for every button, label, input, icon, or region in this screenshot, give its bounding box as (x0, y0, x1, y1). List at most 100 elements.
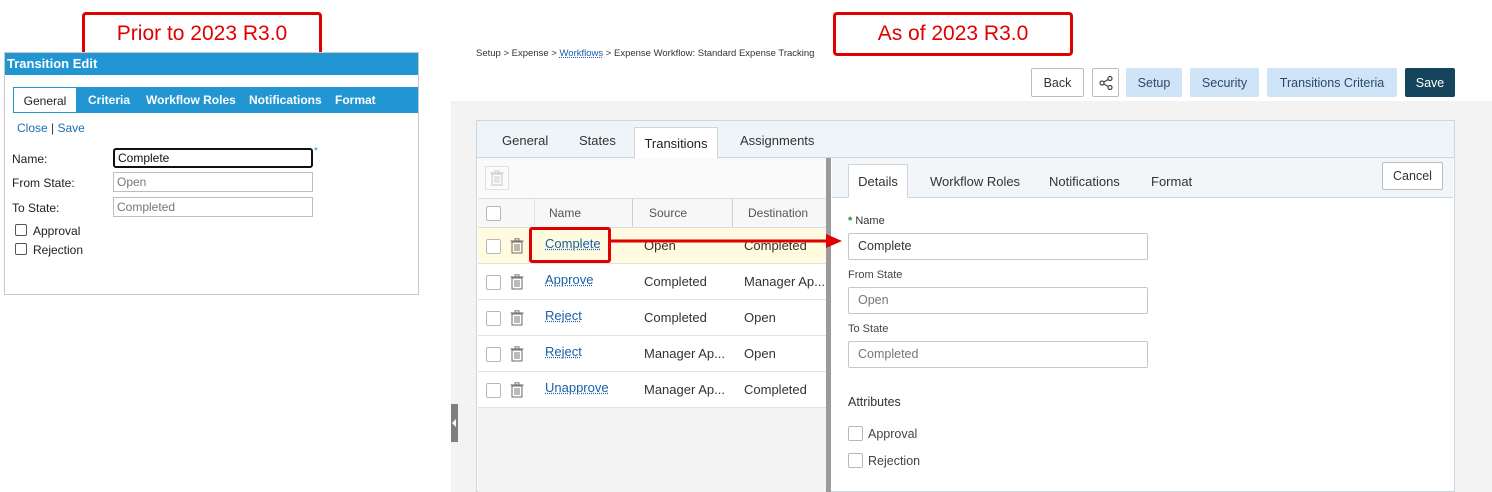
old-rejection-label: Rejection (33, 243, 84, 257)
old-name-field[interactable]: Complete (113, 148, 313, 168)
col-name[interactable]: Name (549, 206, 581, 220)
old-tab-workflow-roles[interactable]: Workflow Roles (146, 87, 236, 113)
row-checkbox[interactable] (486, 239, 501, 254)
crumb-setup[interactable]: Setup (476, 48, 501, 59)
name-input[interactable]: Complete (848, 233, 1148, 260)
old-tab-general[interactable]: General (13, 87, 77, 113)
tab-general[interactable]: General (502, 121, 548, 158)
crumb-expense[interactable]: Expense (512, 48, 549, 59)
cancel-button[interactable]: Cancel (1382, 162, 1443, 190)
setup-button[interactable]: Setup (1126, 68, 1182, 97)
name-label: Name (855, 215, 885, 227)
row-checkbox[interactable] (486, 383, 501, 398)
tab-assignments[interactable]: Assignments (740, 121, 814, 158)
pane-splitter[interactable] (826, 158, 831, 492)
share-button[interactable] (1092, 68, 1119, 97)
table-row[interactable]: Reject Manager Ap... Open (478, 336, 826, 372)
row-source: Completed (644, 274, 707, 289)
tab-states[interactable]: States (579, 121, 616, 158)
to-state-label: To State (848, 323, 889, 335)
crumb-sep: > (503, 48, 510, 59)
collapse-handle[interactable] (451, 404, 458, 442)
tab-details[interactable]: Details (848, 164, 908, 198)
old-name-label: Name: (12, 152, 48, 166)
col-source[interactable]: Source (649, 206, 687, 220)
row-delete-button[interactable] (510, 274, 524, 293)
old-from-label: From State: (12, 176, 75, 190)
save-button[interactable]: Save (1405, 68, 1455, 97)
row-destination: Completed (744, 382, 807, 397)
old-tab-notifications[interactable]: Notifications (249, 87, 322, 113)
trash-icon (510, 310, 524, 326)
crumb-sep: > (551, 48, 557, 59)
tab-transitions[interactable]: Transitions (634, 127, 718, 159)
action-separator: | (51, 121, 55, 135)
trash-icon (510, 238, 524, 254)
old-tab-criteria[interactable]: Criteria (88, 87, 130, 113)
highlight-box (529, 227, 611, 263)
row-source: Completed (644, 310, 707, 325)
breadcrumb: Setup > Expense > Workflows > Expense Wo… (476, 48, 814, 59)
transition-edit-panel: Transition Edit General Criteria Workflo… (4, 52, 419, 295)
row-delete-button[interactable] (510, 382, 524, 401)
table-row[interactable]: Approve Completed Manager Ap... (478, 264, 826, 300)
table-row[interactable]: Unapprove Manager Ap... Completed (478, 372, 826, 408)
delete-selected-button[interactable] (485, 166, 509, 190)
old-approval-checkbox[interactable] (15, 224, 27, 236)
row-delete-button[interactable] (510, 310, 524, 329)
grid-header: Name Source Destination (478, 198, 826, 228)
callout-before: Prior to 2023 R3.0 (82, 12, 322, 56)
rejection-label: Rejection (868, 454, 921, 468)
required-mark: * (314, 146, 318, 157)
share-icon (1098, 75, 1113, 90)
collapse-arrow-icon (452, 419, 456, 427)
old-tab-bar: General Criteria Workflow Roles Notifica… (13, 87, 418, 113)
tab-notifications[interactable]: Notifications (1049, 166, 1120, 198)
row-destination: Manager Ap... (744, 274, 824, 289)
close-link[interactable]: Close (17, 121, 48, 135)
row-name-link[interactable]: Reject (545, 300, 582, 332)
row-name-link[interactable]: Unapprove (545, 372, 609, 404)
name-label-wrap: * Name (848, 215, 885, 227)
transitions-criteria-button[interactable]: Transitions Criteria (1267, 68, 1397, 97)
save-link[interactable]: Save (58, 121, 85, 135)
row-checkbox[interactable] (486, 347, 501, 362)
old-tab-format[interactable]: Format (335, 87, 376, 113)
trash-icon (490, 170, 504, 186)
select-all-checkbox[interactable] (486, 206, 501, 221)
row-checkbox[interactable] (486, 311, 501, 326)
row-delete-button[interactable] (510, 346, 524, 365)
approval-label: Approval (868, 427, 918, 441)
callout-after: As of 2023 R3.0 (833, 12, 1073, 56)
row-destination: Open (744, 310, 776, 325)
old-rejection-checkbox[interactable] (15, 243, 27, 255)
table-row[interactable]: Reject Completed Open (478, 300, 826, 336)
from-state-input[interactable]: Open (848, 287, 1148, 314)
to-state-input[interactable]: Completed (848, 341, 1148, 368)
attributes-heading: Attributes (848, 395, 901, 409)
row-name-link[interactable]: Approve (545, 264, 593, 296)
panel-title: Transition Edit (5, 53, 418, 75)
security-button[interactable]: Security (1190, 68, 1259, 97)
tab-workflow-roles[interactable]: Workflow Roles (930, 166, 1020, 198)
crumb-workflows[interactable]: Workflows (560, 48, 604, 59)
back-button[interactable]: Back (1031, 68, 1084, 97)
col-destination[interactable]: Destination (748, 206, 808, 220)
annotation-arrow-icon (608, 234, 842, 248)
trash-icon (510, 346, 524, 362)
old-approval-label: Approval (33, 224, 81, 238)
old-to-field[interactable]: Completed (113, 197, 313, 217)
required-mark: * (848, 215, 853, 227)
old-from-field[interactable]: Open (113, 172, 313, 192)
row-checkbox[interactable] (486, 275, 501, 290)
detail-tab-bar: Details Workflow Roles Notifications For… (832, 158, 1453, 198)
grid-toolbar (478, 158, 826, 198)
row-name-link[interactable]: Reject (545, 336, 582, 368)
rejection-checkbox[interactable] (848, 453, 863, 468)
row-destination: Open (744, 346, 776, 361)
row-source: Manager Ap... (644, 346, 724, 361)
approval-checkbox[interactable] (848, 426, 863, 441)
tab-format[interactable]: Format (1151, 166, 1192, 198)
trash-icon (510, 274, 524, 290)
row-delete-button[interactable] (510, 238, 524, 257)
